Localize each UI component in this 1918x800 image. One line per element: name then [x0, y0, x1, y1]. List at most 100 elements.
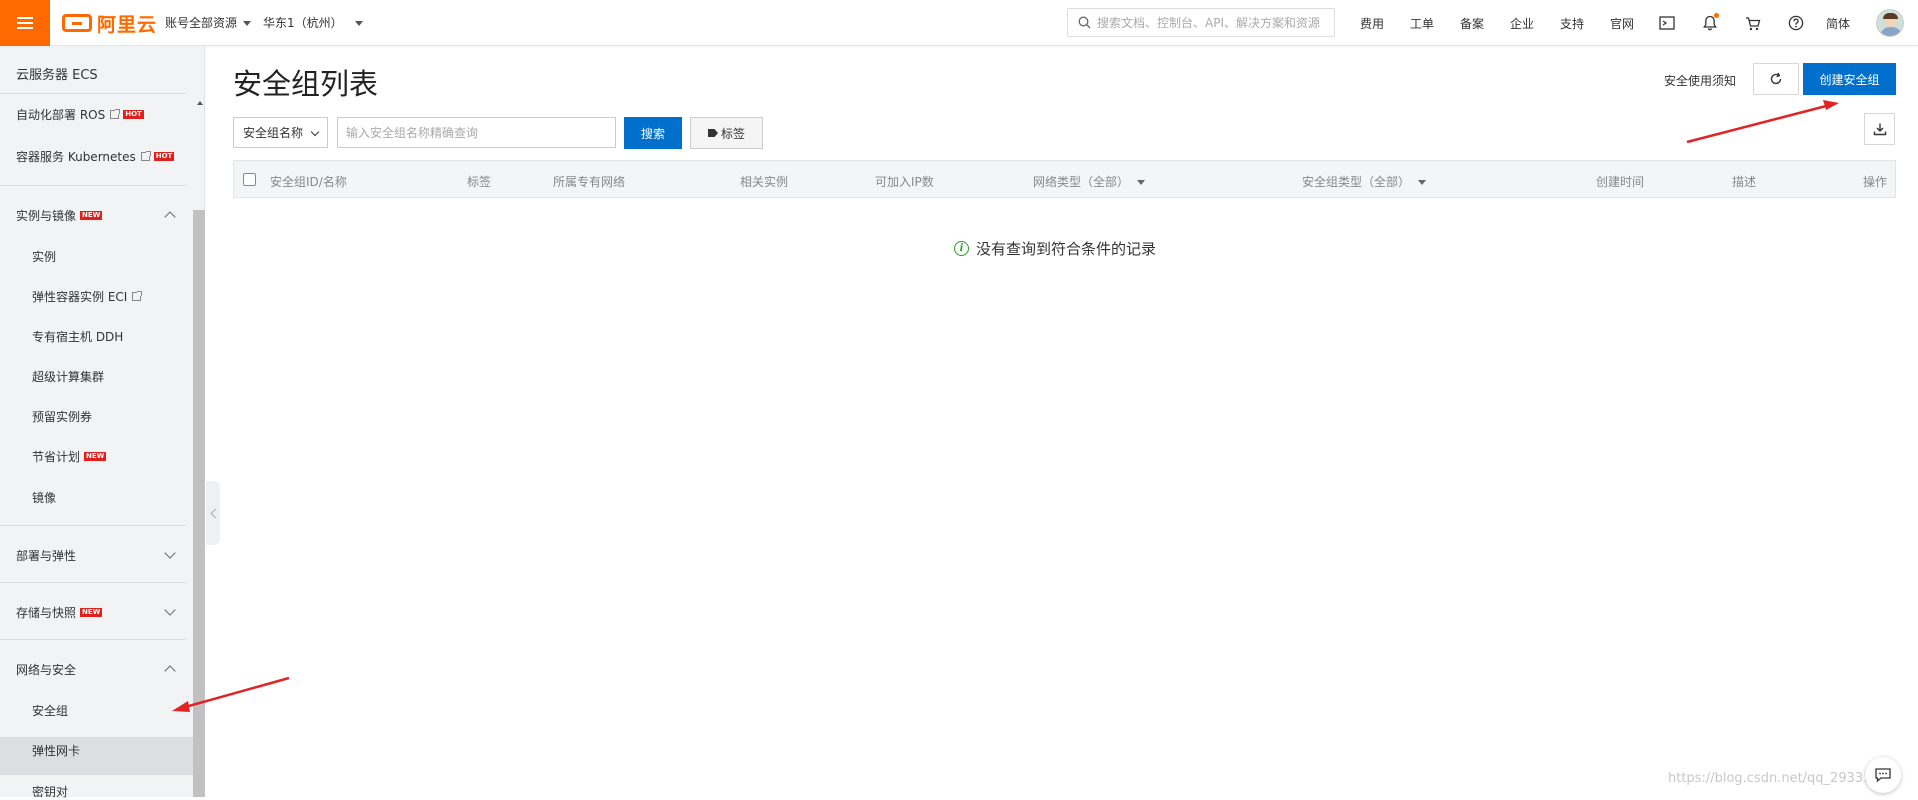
new-badge: NEW — [84, 452, 107, 461]
nav-link-icp[interactable]: 备案 — [1460, 15, 1484, 32]
language-switch[interactable]: 简体 — [1826, 15, 1850, 32]
terminal-icon[interactable] — [1657, 13, 1677, 33]
aliyun-logo[interactable]: 阿里云 — [62, 10, 157, 36]
global-search-placeholder: 搜索文档、控制台、API、解决方案和资源 — [1097, 16, 1320, 30]
select-all-checkbox[interactable] — [243, 173, 256, 186]
hot-badge: HOT — [123, 110, 144, 119]
top-navigation-bar: 阿里云 账号全部资源 华东1（杭州） 搜索文档、控制台、API、解决方案和资源 … — [0, 0, 1918, 46]
sidebar-item-savings-plan[interactable]: 节省计划 NEW — [32, 448, 107, 465]
caret-down-icon — [1137, 180, 1146, 185]
search-field-select[interactable]: 安全组名称 — [233, 117, 328, 148]
notification-dot — [1714, 13, 1719, 18]
bell-icon[interactable] — [1700, 13, 1720, 33]
sidebar-item-label: 弹性容器实例 ECI — [32, 290, 128, 304]
sidebar-item-eci[interactable]: 弹性容器实例 ECI — [32, 288, 143, 305]
cart-icon[interactable] — [1743, 13, 1763, 33]
info-icon: i — [954, 241, 969, 256]
sidebar-item-kubernetes[interactable]: 容器服务 Kubernetes HOT — [16, 148, 175, 165]
feedback-chat-button[interactable] — [1865, 757, 1901, 793]
sidebar-menu: 云服务器 ECS 自动化部署 ROS HOT 容器服务 Kubernetes H… — [0, 46, 193, 800]
aliyun-logo-mark — [62, 14, 92, 32]
active-item-highlight — [0, 737, 193, 775]
watermark: https://blog.csdn.net/qq_29331177 — [1668, 771, 1897, 786]
nav-link-official-site[interactable]: 官网 — [1610, 15, 1634, 32]
region-dropdown[interactable]: 华东1（杭州） — [263, 14, 363, 31]
sidebar-item-ddh[interactable]: 专有宿主机 DDH — [32, 328, 123, 345]
external-link-icon — [110, 109, 121, 119]
create-security-group-button[interactable]: 创建安全组 — [1803, 63, 1896, 95]
external-link-icon — [132, 291, 143, 301]
tag-filter-button[interactable]: 标签 — [690, 117, 763, 149]
sidebar-item-reserved-instances[interactable]: 预留实例券 — [32, 408, 92, 425]
nav-link-support[interactable]: 支持 — [1560, 15, 1584, 32]
sidebar-item-eni[interactable]: 弹性网卡 — [32, 742, 80, 759]
nav-link-enterprise[interactable]: 企业 — [1510, 15, 1534, 32]
help-icon[interactable] — [1786, 13, 1806, 33]
new-badge: NEW — [80, 211, 103, 220]
nav-link-billing[interactable]: 费用 — [1360, 15, 1384, 32]
export-button[interactable] — [1864, 113, 1895, 145]
sidebar-item-key-pairs[interactable]: 密钥对 — [32, 783, 68, 800]
empty-state-message: i 没有查询到符合条件的记录 — [954, 238, 1156, 259]
search-icon — [1078, 16, 1091, 29]
sidebar-scrollbar[interactable] — [193, 210, 205, 797]
chat-icon — [1875, 768, 1891, 783]
sidebar-group-label: 实例与镜像 — [16, 209, 77, 223]
account-scope-label: 账号全部资源 — [165, 16, 238, 30]
search-button[interactable]: 搜索 — [624, 117, 682, 149]
column-header-related-instances: 相关实例 — [740, 175, 789, 189]
chevron-down-icon — [310, 127, 320, 137]
sidebar-item-instances[interactable]: 实例 — [32, 248, 56, 265]
brand-name: 阿里云 — [97, 13, 158, 36]
sidebar-item-ros[interactable]: 自动化部署 ROS HOT — [16, 106, 144, 123]
tag-icon — [707, 129, 718, 137]
global-search-input[interactable]: 搜索文档、控制台、API、解决方案和资源 — [1067, 8, 1335, 37]
column-header-label: 安全组类型（全部） — [1302, 175, 1411, 189]
account-scope-dropdown[interactable]: 账号全部资源 — [165, 14, 252, 31]
chevron-up-icon[interactable] — [164, 665, 176, 677]
chevron-up-icon[interactable] — [164, 211, 176, 223]
search-input-placeholder: 输入安全组名称精确查询 — [346, 126, 479, 140]
table-header: 安全组ID/名称 标签 所属专有网络 相关实例 可加入IP数 网络类型（全部） … — [233, 160, 1896, 198]
sidebar-group-deployment-elasticity[interactable]: 部署与弹性 — [16, 547, 76, 564]
security-notice-link[interactable]: 安全使用须知 — [1664, 72, 1736, 89]
tag-filter-label: 标签 — [720, 126, 745, 141]
sidebar-group-instances-images[interactable]: 实例与镜像 NEW — [16, 207, 103, 224]
divider — [0, 525, 186, 526]
chevron-down-icon[interactable] — [164, 604, 176, 616]
column-header-label: 网络类型（全部） — [1033, 175, 1130, 189]
hamburger-menu-icon[interactable] — [0, 0, 50, 46]
sidebar-item-label: 自动化部署 ROS — [16, 108, 106, 122]
sidebar-group-label: 存储与快照 — [16, 606, 77, 620]
sidebar: 云服务器 ECS 自动化部署 ROS HOT 容器服务 Kubernetes H… — [0, 46, 205, 800]
sidebar-item-security-groups[interactable]: 安全组 — [32, 702, 68, 719]
sidebar-group-network-security[interactable]: 网络与安全 — [16, 661, 76, 678]
caret-down-icon — [243, 21, 252, 26]
security-group-search-input[interactable]: 输入安全组名称精确查询 — [337, 117, 616, 148]
sidebar-item-images[interactable]: 镜像 — [32, 489, 56, 506]
download-icon — [1873, 123, 1886, 136]
column-header-actions: 操作 — [1863, 175, 1888, 189]
column-header-description: 描述 — [1732, 175, 1757, 189]
annotation-arrowhead — [1823, 100, 1839, 110]
region-label: 华东1（杭州） — [263, 16, 343, 30]
sidebar-group-storage-snapshots[interactable]: 存储与快照 NEW — [16, 604, 103, 621]
column-header-security-group-type[interactable]: 安全组类型（全部） — [1302, 173, 1427, 190]
column-header-id-name: 安全组ID/名称 — [270, 175, 347, 189]
user-avatar[interactable] — [1876, 9, 1904, 37]
annotation-arrow-create — [1686, 102, 1835, 144]
refresh-button[interactable] — [1753, 63, 1799, 95]
sidebar-title: 云服务器 ECS — [16, 68, 98, 83]
divider — [0, 93, 186, 94]
nav-link-tickets[interactable]: 工单 — [1410, 15, 1434, 32]
page-title: 安全组列表 — [233, 67, 379, 101]
chevron-down-icon[interactable] — [164, 547, 176, 559]
sidebar-collapse-handle[interactable] — [206, 481, 220, 545]
column-header-available-ips: 可加入IP数 — [875, 175, 934, 189]
column-header-network-type[interactable]: 网络类型（全部） — [1033, 173, 1146, 190]
sidebar-item-super-computing-cluster[interactable]: 超级计算集群 — [32, 368, 104, 385]
column-header-created-time: 创建时间 — [1596, 175, 1645, 189]
refresh-icon — [1770, 72, 1782, 85]
scroll-up-arrow-icon[interactable] — [197, 101, 203, 105]
sidebar-item-label: 容器服务 Kubernetes — [16, 150, 136, 164]
